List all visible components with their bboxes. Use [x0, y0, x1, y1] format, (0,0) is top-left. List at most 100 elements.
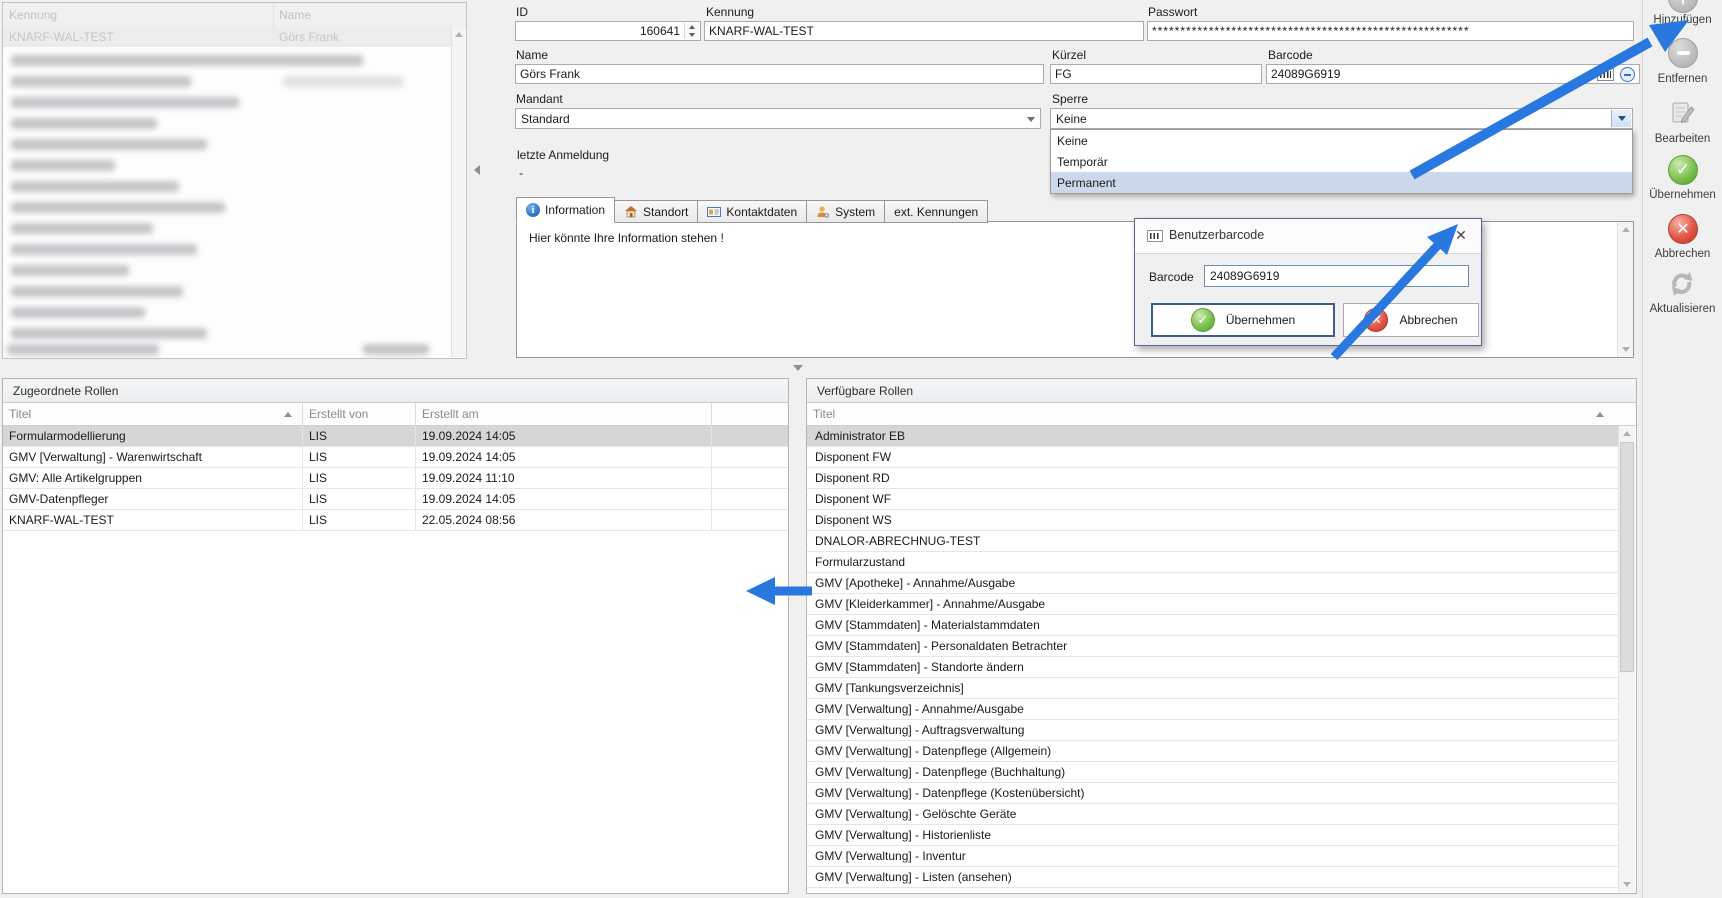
table-cell: GMV [Verwaltung] - Gelöschte Geräte: [807, 804, 1618, 824]
barcode-field[interactable]: 24089G6919: [1266, 64, 1640, 84]
sperre-label: Sperre: [1052, 92, 1088, 106]
table-row[interactable]: FormularmodellierungLIS19.09.2024 14:05: [3, 426, 788, 447]
column-header-erstellt-am[interactable]: Erstellt am: [416, 403, 712, 425]
dialog-barcode-label: Barcode: [1149, 270, 1194, 284]
redacted-row: [11, 244, 197, 255]
redacted-row: [11, 223, 153, 234]
table-row[interactable]: GMV: Alle ArtikelgruppenLIS19.09.2024 11…: [3, 468, 788, 489]
passwort-field[interactable]: ****************************************…: [1147, 21, 1634, 41]
x-circle-icon: ✕: [1668, 214, 1698, 244]
users-col-name[interactable]: Name: [279, 8, 311, 22]
table-row[interactable]: Formularzustand: [807, 552, 1618, 573]
dialog-barcode-input[interactable]: 24089G6919: [1204, 265, 1469, 287]
users-scrollbar[interactable]: [451, 27, 465, 357]
scroll-down-button[interactable]: [1618, 342, 1633, 357]
available-roles-caption: Verfügbare Rollen: [807, 379, 1636, 403]
table-cell: DNALOR-ABRECHNUG-TEST: [807, 531, 1618, 551]
close-icon[interactable]: ✕: [1453, 227, 1469, 243]
kuerzel-field[interactable]: FG: [1050, 64, 1262, 84]
column-header-titel[interactable]: Titel: [807, 403, 1636, 425]
table-cell: 19.09.2024 14:05: [416, 447, 712, 467]
scroll-up-button[interactable]: [1618, 222, 1633, 237]
scroll-up-button[interactable]: [452, 27, 465, 42]
table-row[interactable]: GMV [Stammdaten] - Standorte ändern: [807, 657, 1618, 678]
sperre-option[interactable]: Permanent: [1051, 172, 1632, 193]
dialog-titlebar[interactable]: Benutzerbarcode ✕: [1135, 219, 1481, 254]
assigned-roles-caption: Zugeordnete Rollen: [3, 379, 788, 403]
table-row[interactable]: GMV [Verwaltung] - Datenpflege (Allgemei…: [807, 741, 1618, 762]
redacted-row: [11, 286, 183, 297]
mandant-label: Mandant: [516, 92, 563, 106]
column-header-erstellt-von[interactable]: Erstellt von: [303, 403, 416, 425]
mandant-combo[interactable]: Standard: [515, 108, 1041, 129]
passwort-label: Passwort: [1148, 5, 1197, 19]
table-row[interactable]: GMV [Verwaltung] - Annahme/Ausgabe: [807, 699, 1618, 720]
table-row[interactable]: GMV [Stammdaten] - Materialstammdaten: [807, 615, 1618, 636]
table-row[interactable]: GMV [Kleiderkammer] - Annahme/Ausgabe: [807, 594, 1618, 615]
dialog-uebernehmen-button[interactable]: ✓ Übernehmen: [1151, 303, 1335, 337]
dialog-abbrechen-button[interactable]: ✕ Abbrechen: [1343, 303, 1479, 337]
kuerzel-label: Kürzel: [1052, 48, 1086, 62]
users-list-row[interactable]: KNARF-WAL-TEST Görs Frank: [3, 27, 451, 47]
table-row[interactable]: GMV [Tankungsverzeichnis]: [807, 678, 1618, 699]
table-row[interactable]: Disponent WS: [807, 510, 1618, 531]
assigned-roles-panel: Zugeordnete Rollen Titel Erstellt von Er…: [2, 378, 789, 894]
table-row[interactable]: Disponent WF: [807, 489, 1618, 510]
information-text: Hier könnte Ihre Information stehen !: [529, 231, 724, 245]
table-row[interactable]: Disponent RD: [807, 468, 1618, 489]
table-row[interactable]: GMV [Verwaltung] - Datenpflege (Kostenüb…: [807, 783, 1618, 804]
table-row[interactable]: KNARF-WAL-TESTLIS22.05.2024 08:56: [3, 510, 788, 531]
sperre-value: Keine: [1056, 112, 1087, 126]
id-spinner[interactable]: [684, 23, 699, 39]
barcode-icon[interactable]: [1597, 68, 1614, 81]
name-field[interactable]: Görs Frank: [515, 64, 1044, 84]
sperre-dropdown-button[interactable]: [1611, 110, 1631, 127]
tab-system[interactable]: System: [807, 200, 885, 223]
scroll-up-button[interactable]: [1619, 426, 1635, 441]
tab-ext-kennungen[interactable]: ext. Kennungen: [885, 200, 988, 223]
table-cell: Disponent WS: [807, 510, 1618, 530]
sperre-option[interactable]: Keine: [1051, 130, 1632, 151]
available-roles-rows: Administrator EBDisponent FWDisponent RD…: [807, 426, 1618, 888]
scroll-down-button[interactable]: [1619, 877, 1635, 892]
table-row[interactable]: GMV [Apotheke] - Annahme/Ausgabe: [807, 573, 1618, 594]
redacted-row: [11, 328, 207, 339]
table-cell: GMV [Verwaltung] - Historienliste: [807, 825, 1618, 845]
table-row[interactable]: GMV [Verwaltung] - Inventur: [807, 846, 1618, 867]
tab-kontaktdaten[interactable]: Kontaktdaten: [698, 200, 807, 223]
table-row[interactable]: GMV [Verwaltung] - Auftragsverwaltung: [807, 720, 1618, 741]
table-row[interactable]: GMV [Verwaltung] - Historienliste: [807, 825, 1618, 846]
table-row[interactable]: Administrator EB: [807, 426, 1618, 447]
table-cell: 19.09.2024 14:05: [416, 489, 712, 509]
sperre-combo[interactable]: Keine: [1050, 108, 1633, 129]
redacted-row: [283, 76, 403, 87]
column-header-titel[interactable]: Titel: [3, 403, 303, 425]
user-name: Görs Frank: [279, 30, 339, 44]
table-row[interactable]: GMV-DatenpflegerLIS19.09.2024 14:05: [3, 489, 788, 510]
users-col-kennung[interactable]: Kennung: [9, 8, 57, 22]
table-row[interactable]: DNALOR-ABRECHNUG-TEST: [807, 531, 1618, 552]
scrollbar-thumb[interactable]: [1620, 442, 1634, 672]
splitter-collapse-down-icon[interactable]: [793, 365, 803, 371]
kennung-field[interactable]: KNARF-WAL-TEST: [704, 21, 1144, 41]
table-cell: Formularmodellierung: [3, 426, 303, 446]
table-row[interactable]: GMV [Verwaltung] - WarenwirtschaftLIS19.…: [3, 447, 788, 468]
id-field[interactable]: 160641: [515, 21, 701, 41]
sperre-option[interactable]: Temporär: [1051, 151, 1632, 172]
kuerzel-value: FG: [1055, 67, 1072, 81]
remove-barcode-icon[interactable]: [1620, 67, 1635, 82]
information-scrollbar[interactable]: [1617, 222, 1633, 357]
splitter-collapse-left-icon[interactable]: [474, 165, 480, 175]
sperre-dropdown-list: KeineTemporärPermanent: [1050, 129, 1633, 194]
tab-standort[interactable]: Standort: [615, 200, 698, 223]
available-roles-scrollbar[interactable]: [1618, 426, 1635, 892]
table-cell: GMV [Verwaltung] - Listen (ansehen): [807, 867, 1618, 887]
table-row[interactable]: GMV [Verwaltung] - Gelöschte Geräte: [807, 804, 1618, 825]
table-row[interactable]: GMV [Verwaltung] - Listen (ansehen): [807, 867, 1618, 888]
button-label: Bearbeiten: [1643, 133, 1722, 145]
table-row[interactable]: GMV [Stammdaten] - Personaldaten Betrach…: [807, 636, 1618, 657]
detail-tabs: i Information Standort Kontaktdaten Syst…: [516, 197, 988, 223]
table-row[interactable]: Disponent FW: [807, 447, 1618, 468]
tab-information[interactable]: i Information: [516, 197, 615, 223]
table-row[interactable]: GMV [Verwaltung] - Datenpflege (Buchhalt…: [807, 762, 1618, 783]
